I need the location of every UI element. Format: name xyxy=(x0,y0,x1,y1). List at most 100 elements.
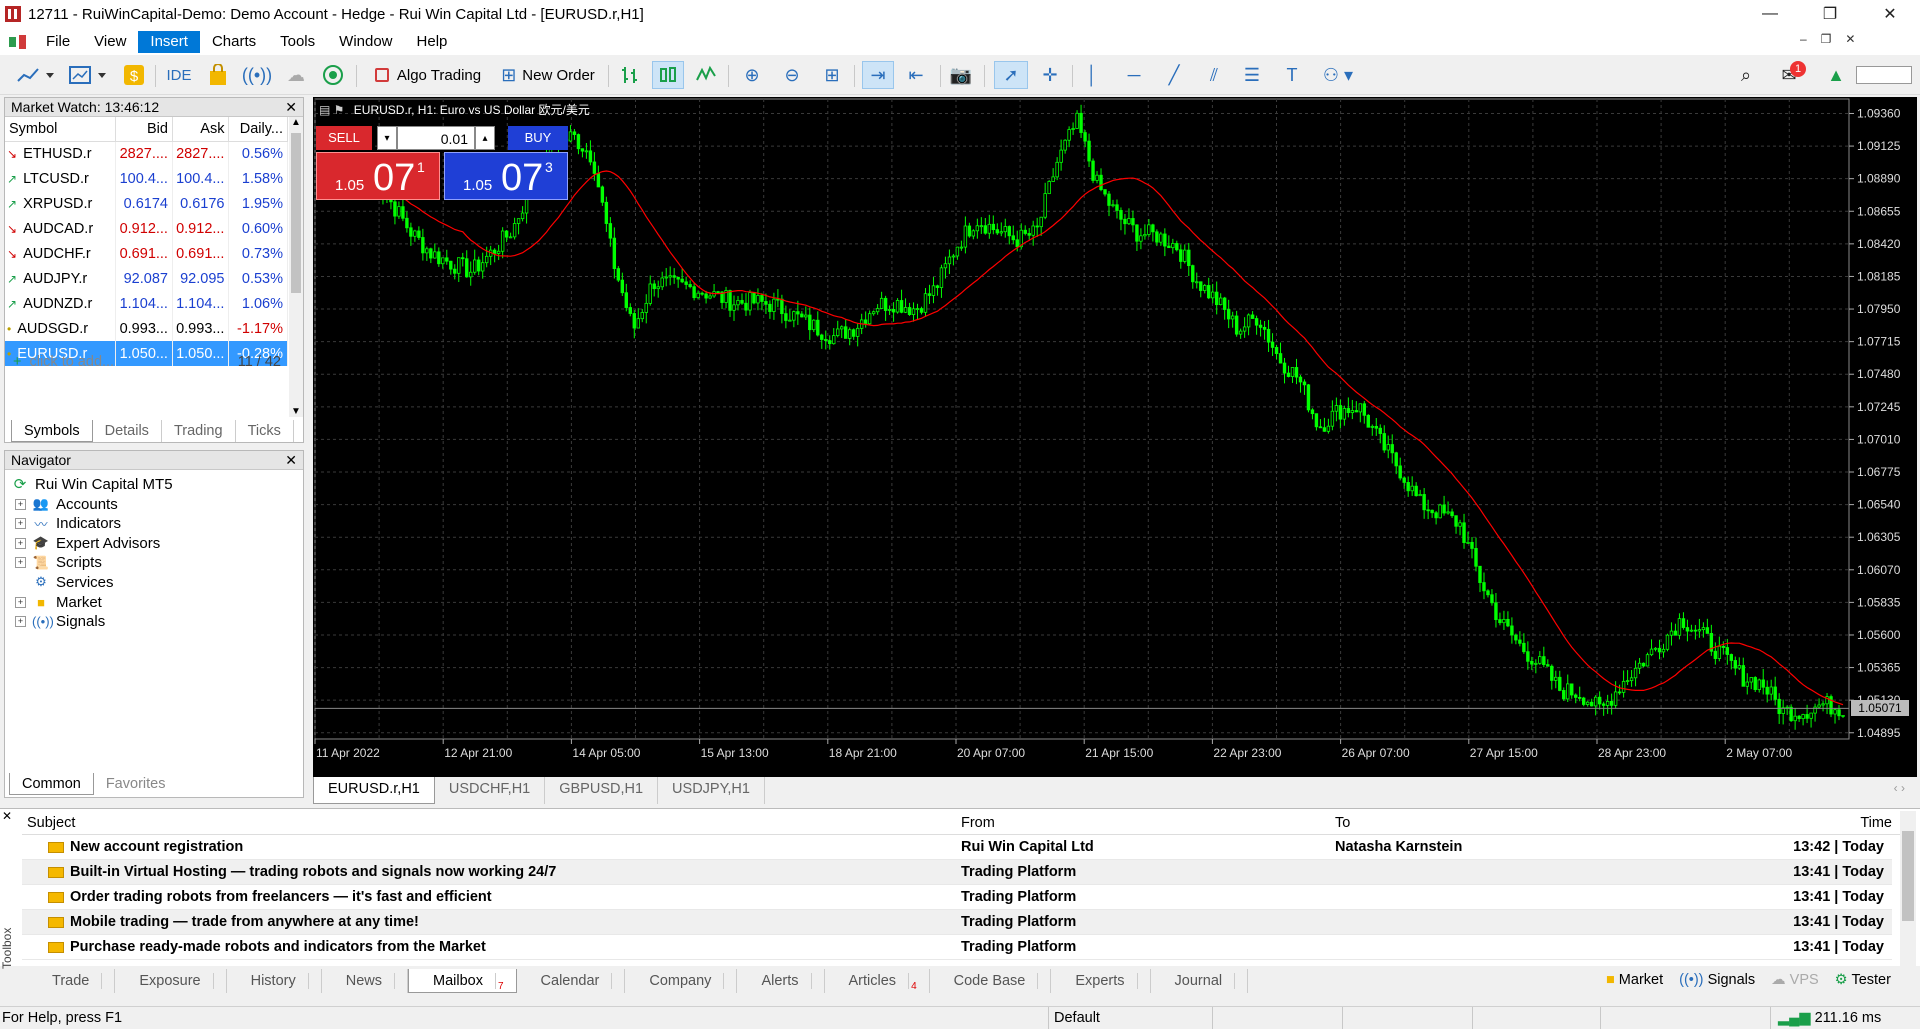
notifications-icon[interactable]: ✉ 1 xyxy=(1772,61,1806,89)
add-symbol-row[interactable]: + click to add... 11 / 42 xyxy=(9,350,285,374)
symbol-row[interactable]: • AUDSGD.r 0.993... 0.993... -1.17% xyxy=(5,316,288,341)
screenshot-icon[interactable]: 📷 xyxy=(946,61,976,89)
tab-ticks[interactable]: Ticks xyxy=(236,420,294,442)
column-header[interactable]: Daily... xyxy=(228,117,288,142)
column-header[interactable]: Subject xyxy=(27,815,75,831)
tab-scroll-arrows[interactable]: ‹ › xyxy=(1894,781,1905,795)
signals-link[interactable]: ((•)) Signals xyxy=(1679,972,1755,994)
expand-icon[interactable]: + xyxy=(15,498,26,510)
column-header[interactable]: Symbol xyxy=(5,117,117,142)
algo-trading-button[interactable]: Algo Trading xyxy=(368,61,488,89)
trendline-icon[interactable]: ╱ xyxy=(1160,61,1188,89)
bar-chart-icon[interactable] xyxy=(616,61,644,89)
tab-common[interactable]: Common xyxy=(9,773,94,795)
menu-help[interactable]: Help xyxy=(405,31,460,53)
symbol-row[interactable]: ↗ AUDNZD.r 1.104... 1.104... 1.06% xyxy=(5,291,288,316)
connection-status[interactable]: ▂▄▆ 211.16 ms xyxy=(1778,1010,1881,1026)
vps-icon[interactable] xyxy=(320,61,346,89)
column-header[interactable]: Time xyxy=(1860,815,1892,831)
column-header[interactable]: Bid xyxy=(115,117,173,142)
tab-favorites[interactable]: Favorites xyxy=(94,773,178,795)
tab-news[interactable]: News xyxy=(322,969,408,993)
mail-row[interactable]: Purchase ready-made robots and indicator… xyxy=(22,935,1892,960)
expand-icon[interactable]: + xyxy=(15,596,26,608)
column-header[interactable]: Ask xyxy=(172,117,230,142)
crosshair-icon[interactable]: ✛ xyxy=(1036,61,1064,89)
tab-trading[interactable]: Trading xyxy=(162,420,236,442)
tab-calendar[interactable]: Calendar xyxy=(517,969,626,993)
column-header[interactable]: To xyxy=(1335,815,1350,831)
tab-trade[interactable]: Trade xyxy=(28,969,116,993)
navigator-root[interactable]: ⟳ Rui Win Capital MT5 xyxy=(11,473,173,495)
chart-tab[interactable]: EURUSD.r,H1 xyxy=(313,777,435,804)
menu-view[interactable]: View xyxy=(82,31,138,53)
profile-name[interactable]: Default xyxy=(1054,1010,1100,1026)
lot-decrease-button[interactable]: ▾ xyxy=(377,126,397,150)
tab-exposure[interactable]: Exposure xyxy=(115,969,227,993)
tab-company[interactable]: Company xyxy=(625,969,738,993)
menu-window[interactable]: Window xyxy=(327,31,404,53)
expand-icon[interactable]: + xyxy=(15,518,26,530)
mail-row[interactable]: Mobile trading — trade from anywhere at … xyxy=(22,910,1892,935)
text-icon[interactable]: T xyxy=(1278,61,1306,89)
signal-strength-icon[interactable]: ▲ xyxy=(1824,61,1848,89)
close-icon[interactable]: ✕ xyxy=(285,98,297,116)
vertical-line-icon[interactable]: │ xyxy=(1080,61,1104,89)
menu-file[interactable]: File xyxy=(34,31,82,53)
symbol-row[interactable]: ↘ ETHUSD.r 2827.... 2827.... 0.56% xyxy=(5,141,288,166)
zoom-in-icon[interactable]: ⊕ xyxy=(738,61,766,89)
horizontal-line-icon[interactable]: ─ xyxy=(1120,61,1148,89)
sell-price-button[interactable]: 1.05 07 1 xyxy=(316,152,440,200)
close-icon[interactable]: ✕ xyxy=(2,809,18,827)
tab-journal[interactable]: Journal xyxy=(1151,969,1249,993)
fibonacci-icon[interactable]: ☰ xyxy=(1238,61,1266,89)
expand-icon[interactable]: + xyxy=(15,537,26,549)
navigator-item-signals[interactable]: + ((•)) Signals xyxy=(15,611,105,633)
mail-row[interactable]: Order trading robots from freelancers — … xyxy=(22,885,1892,910)
tab-experts[interactable]: Experts xyxy=(1051,969,1151,993)
tab-symbols[interactable]: Symbols xyxy=(11,420,93,442)
symbol-row[interactable]: ↘ AUDCHF.r 0.691... 0.691... 0.73% xyxy=(5,241,288,266)
symbol-row[interactable]: ↗ XRPUSD.r 0.6174 0.6176 1.95% xyxy=(5,191,288,216)
tile-windows-icon[interactable]: ⊞ xyxy=(818,61,846,89)
ide-button[interactable]: IDE xyxy=(164,61,194,89)
channel-icon[interactable]: ⫽ xyxy=(1200,61,1228,89)
tab-code-base[interactable]: Code Base xyxy=(930,969,1052,993)
mdi-window-controls[interactable]: –❐✕ xyxy=(1800,32,1870,46)
search-icon[interactable]: ⌕ xyxy=(1732,61,1760,89)
symbol-row[interactable]: ↗ AUDJPY.r 92.087 92.095 0.53% xyxy=(5,266,288,291)
candlestick-chart-icon[interactable] xyxy=(652,61,684,89)
chart-type-icon[interactable] xyxy=(14,61,58,89)
cloud-icon[interactable]: ☁ xyxy=(283,61,309,89)
shapes-icon[interactable]: ⚇ ▾ xyxy=(1316,61,1360,89)
symbol-row[interactable]: ↗ LTCUSD.r 100.4... 100.4... 1.58% xyxy=(5,166,288,191)
zoom-out-icon[interactable]: ⊖ xyxy=(778,61,806,89)
minimize-button[interactable]: — xyxy=(1740,0,1800,28)
line-chart-icon[interactable] xyxy=(692,61,720,89)
chart-tab[interactable]: USDJPY,H1 xyxy=(658,777,765,804)
symbol-row[interactable]: ↘ AUDCAD.r 0.912... 0.912... 0.60% xyxy=(5,216,288,241)
menu-charts[interactable]: Charts xyxy=(200,31,268,53)
new-order-button[interactable]: ⊞ New Order xyxy=(496,61,600,89)
mail-row[interactable]: New account registration Rui Win Capital … xyxy=(22,835,1892,860)
tab-alerts[interactable]: Alerts xyxy=(737,969,825,993)
buy-button[interactable]: BUY xyxy=(508,126,568,150)
tab-mailbox[interactable]: Mailbox 7 xyxy=(408,969,517,993)
templates-icon[interactable] xyxy=(66,61,110,89)
sell-button[interactable]: SELL xyxy=(316,126,372,150)
cursor-icon[interactable]: ➚ xyxy=(994,61,1028,89)
market-link[interactable]: ■ Market xyxy=(1606,972,1663,994)
quick-search-box[interactable] xyxy=(1856,66,1912,84)
expand-icon[interactable]: + xyxy=(15,616,26,628)
menu-insert[interactable]: Insert xyxy=(138,30,200,53)
lot-size-input[interactable]: 0.01 xyxy=(397,126,475,150)
scrollbar[interactable]: ▲ ▼ xyxy=(289,117,303,417)
menu-tools[interactable]: Tools xyxy=(268,31,327,53)
chart-tab[interactable]: USDCHF,H1 xyxy=(435,777,546,804)
buy-price-button[interactable]: 1.05 07 3 xyxy=(444,152,568,200)
tab-articles[interactable]: Articles 4 xyxy=(825,969,930,993)
buy-dollar-icon[interactable]: $ xyxy=(122,61,146,89)
lot-increase-button[interactable]: ▴ xyxy=(475,126,495,150)
tab-history[interactable]: History xyxy=(227,969,322,993)
market-bag-icon[interactable] xyxy=(206,61,230,89)
